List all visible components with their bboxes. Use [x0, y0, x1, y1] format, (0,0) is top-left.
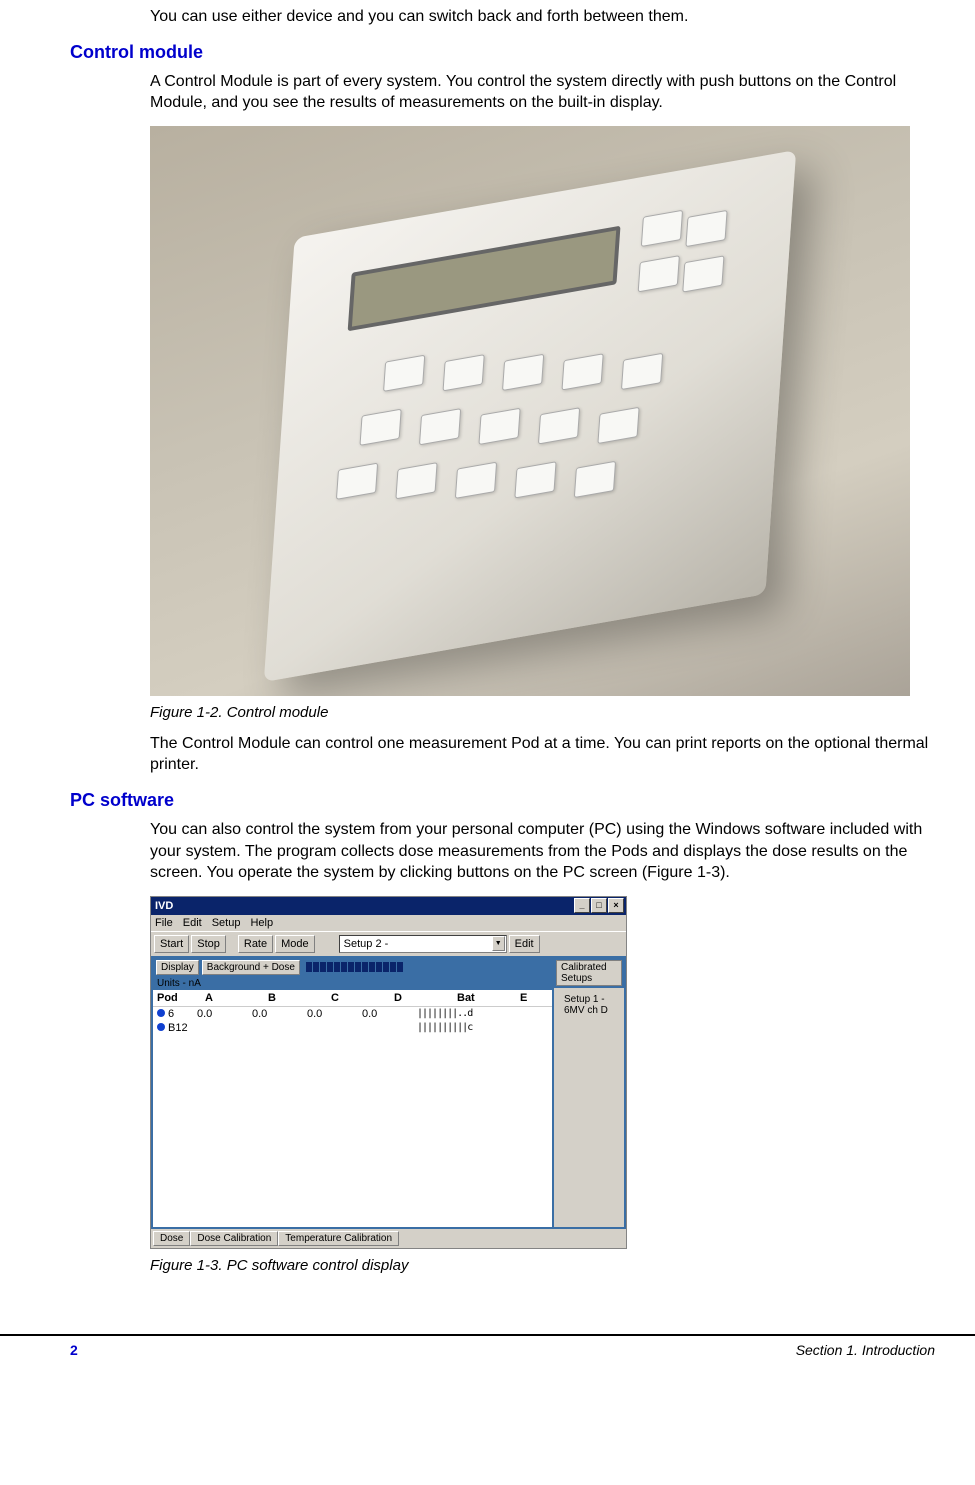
page-number: 2	[70, 1342, 78, 1358]
calibrated-setup-item[interactable]: Setup 1 - 6MV ch D	[558, 992, 620, 1018]
rate-button[interactable]: Rate	[238, 935, 273, 953]
cell-c: 0.0	[307, 1008, 362, 1020]
cell-bat: ||||||||||c	[417, 1022, 472, 1033]
pod-status-icon	[157, 1009, 165, 1017]
figure-1-3: IVD _ □ × File Edit Setup Help Start Sto…	[70, 896, 935, 1274]
cell-a: 0.0	[197, 1008, 252, 1020]
pc-software-window: IVD _ □ × File Edit Setup Help Start Sto…	[150, 896, 627, 1249]
table-row[interactable]: 6 0.0 0.0 0.0 0.0 ||||||||..d	[153, 1007, 552, 1021]
pc-software-paragraph: You can also control the system from you…	[70, 819, 935, 884]
intro-paragraph: You can use either device and you can sw…	[70, 6, 935, 28]
calibrated-setups-label: Calibrated Setups	[556, 960, 622, 986]
background-dose-button[interactable]: Background + Dose	[202, 960, 300, 975]
tab-temperature-calibration[interactable]: Temperature Calibration	[278, 1231, 399, 1246]
cell-bat: ||||||||..d	[417, 1008, 472, 1019]
table-row[interactable]: B12 ||||||||||c	[153, 1021, 552, 1035]
menu-bar: File Edit Setup Help	[151, 915, 626, 931]
col-pod: Pod	[157, 992, 205, 1004]
menu-file[interactable]: File	[155, 917, 173, 929]
pod-status-icon	[157, 1023, 165, 1031]
cell-b: 0.0	[252, 1008, 307, 1020]
pod-id: B12	[168, 1022, 188, 1034]
col-a: A	[205, 992, 268, 1004]
window-title: IVD	[155, 900, 173, 912]
window-titlebar: IVD _ □ ×	[151, 897, 626, 915]
section-label: Section 1. Introduction	[796, 1342, 935, 1358]
menu-edit[interactable]: Edit	[183, 917, 202, 929]
col-e: E	[520, 992, 548, 1004]
heading-control-module: Control module	[70, 42, 935, 63]
table-body: 6 0.0 0.0 0.0 0.0 ||||||||..d B12	[153, 1007, 552, 1227]
control-module-paragraph-1: A Control Module is part of every system…	[70, 71, 935, 114]
figure-1-3-caption: Figure 1-3. PC software control display	[150, 1257, 935, 1274]
toolbar: Start Stop Rate Mode Setup 2 - Edit	[151, 931, 626, 956]
table-header: Pod A B C D Bat E	[153, 990, 552, 1007]
figure-1-2: Figure 1-2. Control module	[70, 126, 935, 721]
start-button[interactable]: Start	[154, 935, 189, 953]
menu-help[interactable]: Help	[250, 917, 273, 929]
close-button[interactable]: ×	[608, 898, 624, 913]
display-button[interactable]: Display	[156, 960, 199, 975]
units-label: Units - nA	[153, 977, 552, 990]
control-module-photo	[150, 126, 910, 696]
mode-button[interactable]: Mode	[275, 935, 315, 953]
page-footer: 2 Section 1. Introduction	[0, 1338, 975, 1366]
col-c: C	[331, 992, 394, 1004]
figure-1-2-caption: Figure 1-2. Control module	[150, 704, 935, 721]
heading-pc-software: PC software	[70, 790, 935, 811]
col-b: B	[268, 992, 331, 1004]
menu-setup[interactable]: Setup	[212, 917, 241, 929]
stop-button[interactable]: Stop	[191, 935, 226, 953]
pod-id: 6	[168, 1008, 174, 1020]
tab-dose[interactable]: Dose	[153, 1231, 190, 1246]
minimize-button[interactable]: _	[574, 898, 590, 913]
col-bat: Bat	[457, 992, 520, 1004]
control-module-paragraph-2: The Control Module can control one measu…	[70, 733, 935, 776]
progress-icon	[306, 962, 403, 972]
bottom-tabs: Dose Dose Calibration Temperature Calibr…	[151, 1229, 626, 1248]
tab-dose-calibration[interactable]: Dose Calibration	[190, 1231, 278, 1246]
setup-select[interactable]: Setup 2 -	[339, 935, 507, 953]
maximize-button[interactable]: □	[591, 898, 607, 913]
col-d: D	[394, 992, 457, 1004]
edit-button[interactable]: Edit	[509, 935, 540, 953]
cell-d: 0.0	[362, 1008, 417, 1020]
